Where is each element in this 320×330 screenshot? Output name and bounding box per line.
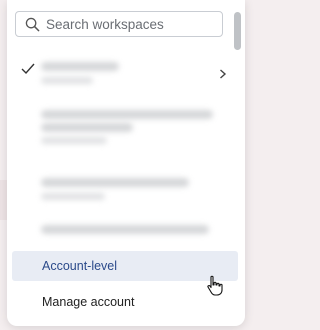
scrollbar-thumb[interactable] bbox=[234, 12, 241, 50]
workspace-item[interactable] bbox=[7, 172, 233, 212]
workspace-url-redacted bbox=[41, 137, 107, 144]
workspace-name-redacted bbox=[41, 123, 133, 132]
workspace-name-redacted bbox=[41, 225, 209, 234]
chevron-right-icon bbox=[220, 69, 227, 79]
workspace-item[interactable] bbox=[7, 222, 233, 242]
workspace-name-redacted bbox=[41, 178, 189, 187]
workspace-item-current[interactable] bbox=[7, 55, 233, 95]
search-icon bbox=[25, 17, 40, 32]
check-icon bbox=[21, 63, 35, 75]
workspace-name-redacted bbox=[41, 62, 119, 71]
workspace-name-redacted bbox=[41, 110, 213, 119]
search-field[interactable] bbox=[15, 11, 223, 37]
workspace-url-redacted bbox=[41, 193, 105, 200]
workspace-url-redacted bbox=[41, 77, 93, 84]
workspace-item[interactable] bbox=[7, 104, 233, 144]
hand-cursor-icon bbox=[207, 275, 223, 296]
search-input[interactable] bbox=[46, 15, 216, 33]
